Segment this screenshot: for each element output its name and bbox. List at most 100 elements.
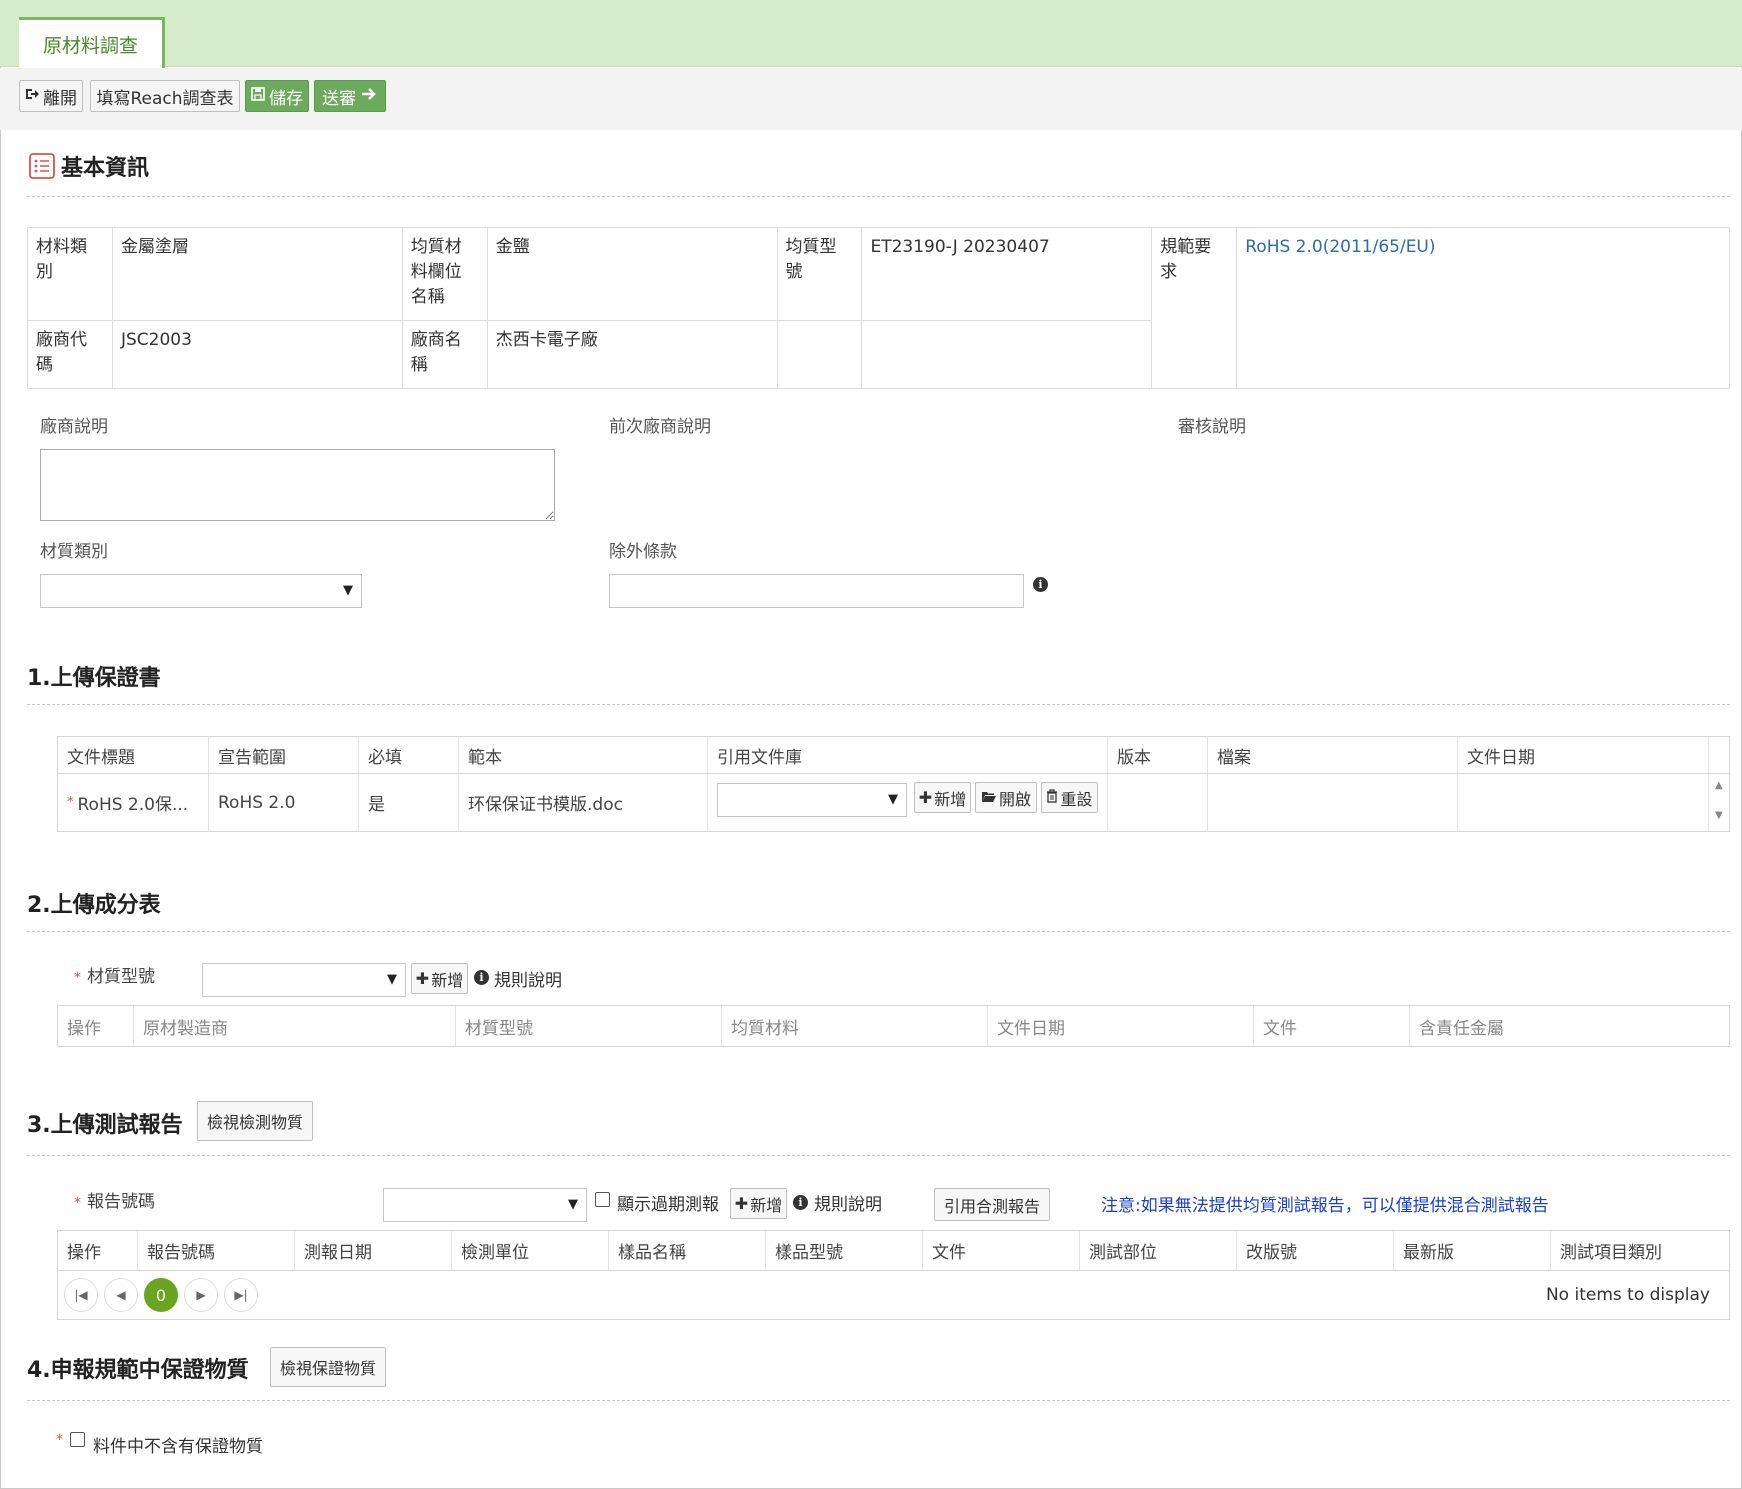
col-raw-manufacturer: 原材製造商 [133,1006,455,1046]
add-doc-button[interactable]: ✚ 新增 [914,782,971,813]
basic-info-table: 材料類別 金屬塗層 均質材料欄位名稱 金鹽 均質型號 ET23190-J 202… [27,227,1730,389]
divider [27,196,1730,197]
notice-text: 注意:如果無法提供均質測試報告，可以僅提供混合測試報告 [1101,1196,1549,1216]
col-homogeneous-material: 均質材料 [721,1006,987,1046]
show-expired-checkbox[interactable] [595,1192,610,1207]
no-guaranteed-substance-label: 料件中不含有保證物質 [93,1437,263,1457]
col-doc-date: 文件日期 [987,1006,1253,1046]
divider [27,931,1730,932]
reset-doc-button[interactable]: 重設 [1041,782,1098,813]
divider [27,1400,1730,1401]
tab-raw-material-survey[interactable]: 原材料調查 [19,17,165,69]
exemption-input[interactable] [609,574,1024,608]
row-doc-date [1457,774,1708,831]
table-row: * RoHS 2.0保... RoHS 2.0 是 环保保证书模版.doc ▼ ✚… [58,774,1731,831]
save-button[interactable]: 儲存 [245,80,309,112]
scroll-up-icon[interactable]: ▲ [1715,780,1723,791]
value-material-category: 金屬塗層 [111,227,403,321]
row-scrollbar[interactable]: ▲ ▼ [1708,774,1731,831]
caret-down-icon: ▼ [568,1197,578,1212]
col-version: 版本 [1107,737,1207,773]
section3-title: 3.上傳測試報告 [27,1113,183,1138]
report-number-select[interactable]: ▼ [383,1188,587,1222]
first-page-icon[interactable]: |◀ [64,1278,98,1312]
guarantee-grid: 文件標題 宣告範圍 必填 範本 引用文件庫 版本 檔案 文件日期 * RoHS 2… [57,736,1730,832]
view-guaranteed-substances-button[interactable]: 檢視保證物質 [270,1347,386,1387]
view-test-substances-button[interactable]: 檢視檢測物質 [197,1101,313,1141]
required-marker: * [56,1432,63,1448]
col-latest: 最新版 [1393,1231,1550,1270]
scroll-down-icon[interactable]: ▼ [1715,810,1723,821]
material-type-select[interactable]: ▼ [40,574,362,608]
composition-grid: 操作 原材製造商 材質型號 均質材料 文件日期 文件 含責任金屬 [57,1005,1730,1047]
next-page-icon[interactable]: ▶ [184,1278,218,1312]
rule-description-link[interactable]: 規則說明 [814,1190,882,1215]
cite-joint-report-button[interactable]: 引用合測報告 [934,1188,1050,1221]
sign-out-icon [25,86,39,106]
caret-down-icon: ▼ [343,583,353,598]
col-scope: 宣告範圍 [208,737,358,773]
caret-down-icon: ▼ [387,972,397,987]
rule-description-link[interactable]: 規則說明 [494,966,562,991]
col-doc-date: 文件日期 [1457,737,1708,773]
label-homogeneous-model: 均質型號 [776,227,863,321]
vendor-note-textarea[interactable] [40,449,555,521]
material-type-label: 材質類別 [40,542,108,562]
fill-reach-survey-button[interactable]: 填寫Reach調查表 [90,80,240,112]
col-report-number: 報告號碼 [137,1231,294,1270]
row-required: 是 [358,774,458,831]
col-responsible-metal: 含責任金屬 [1409,1006,1729,1046]
info-icon[interactable]: i [1033,577,1048,592]
doc-library-select[interactable]: ▼ [717,783,907,817]
template-link[interactable]: 环保保证书模版.doc [458,774,707,831]
save-label: 儲存 [269,88,303,109]
arrow-right-icon [360,86,378,107]
empty-cell [776,320,863,389]
value-spec-requirement[interactable]: RoHS 2.0(2011/65/EU) [1236,227,1730,389]
toolbar: 離開 填寫Reach調查表 儲存 送審 [0,68,1742,130]
prev-page-icon[interactable]: ◀ [104,1278,138,1312]
col-operation: 操作 [67,1243,101,1263]
reach-label: 填寫Reach調查表 [96,88,234,109]
last-page-icon[interactable]: ▶| [224,1278,258,1312]
show-expired-label: 顯示過期測報 [617,1195,719,1215]
material-model-select[interactable]: ▼ [202,963,406,997]
plus-icon: ✚ [734,1194,749,1213]
header-spacer [1708,737,1731,773]
col-report-date: 測報日期 [294,1231,451,1270]
leave-button[interactable]: 離開 [19,80,83,112]
submit-button[interactable]: 送審 [314,80,386,112]
no-guaranteed-substance-checkbox[interactable] [70,1432,85,1447]
info-icon[interactable]: i [793,1195,808,1210]
test-report-grid: 操作 報告號碼 測報日期 檢測單位 樣品名稱 樣品型號 文件 測試部位 改版號 … [57,1230,1730,1320]
col-required: 必填 [358,737,458,773]
divider [27,1155,1730,1156]
section4-title: 4.申報規範中保證物質 [27,1358,249,1383]
col-test-part: 測試部位 [1079,1231,1236,1270]
col-template: 範本 [458,737,707,773]
report-number-label: * 報告號碼 [74,1192,155,1212]
col-test-item-category: 測試項目類別 [1550,1231,1729,1270]
add-report-button[interactable]: ✚ 新增 [730,1188,787,1219]
value-homogeneous-field: 金鹽 [486,227,778,321]
col-test-unit: 檢測單位 [451,1231,608,1270]
submit-label: 送審 [322,88,356,109]
value-vendor-name: 杰西卡電子廠 [486,320,778,389]
caret-down-icon: ▼ [888,792,898,807]
exemption-label: 除外條款 [609,542,677,562]
add-composition-button[interactable]: ✚ 新增 [411,963,468,994]
grid-header: 文件標題 宣告範圍 必填 範本 引用文件庫 版本 檔案 文件日期 [58,737,1729,774]
tab-label: 原材料調查 [42,35,138,57]
grid-header: 操作 原材製造商 材質型號 均質材料 文件日期 文件 含責任金屬 [58,1006,1729,1046]
leave-label: 離開 [43,88,77,109]
value-homogeneous-model: ET23190-J 20230407 [861,227,1153,321]
plus-icon: ✚ [918,788,933,807]
label-vendor-code: 廠商代碼 [27,320,113,389]
col-material-model: 材質型號 [455,1006,721,1046]
col-file: 檔案 [1207,737,1457,773]
current-page[interactable]: 0 [144,1278,178,1312]
review-note-label: 審核說明 [1178,417,1246,437]
open-doc-button[interactable]: 開啟 [975,782,1037,813]
value-vendor-code: JSC2003 [111,320,403,389]
info-icon[interactable]: i [474,970,489,985]
